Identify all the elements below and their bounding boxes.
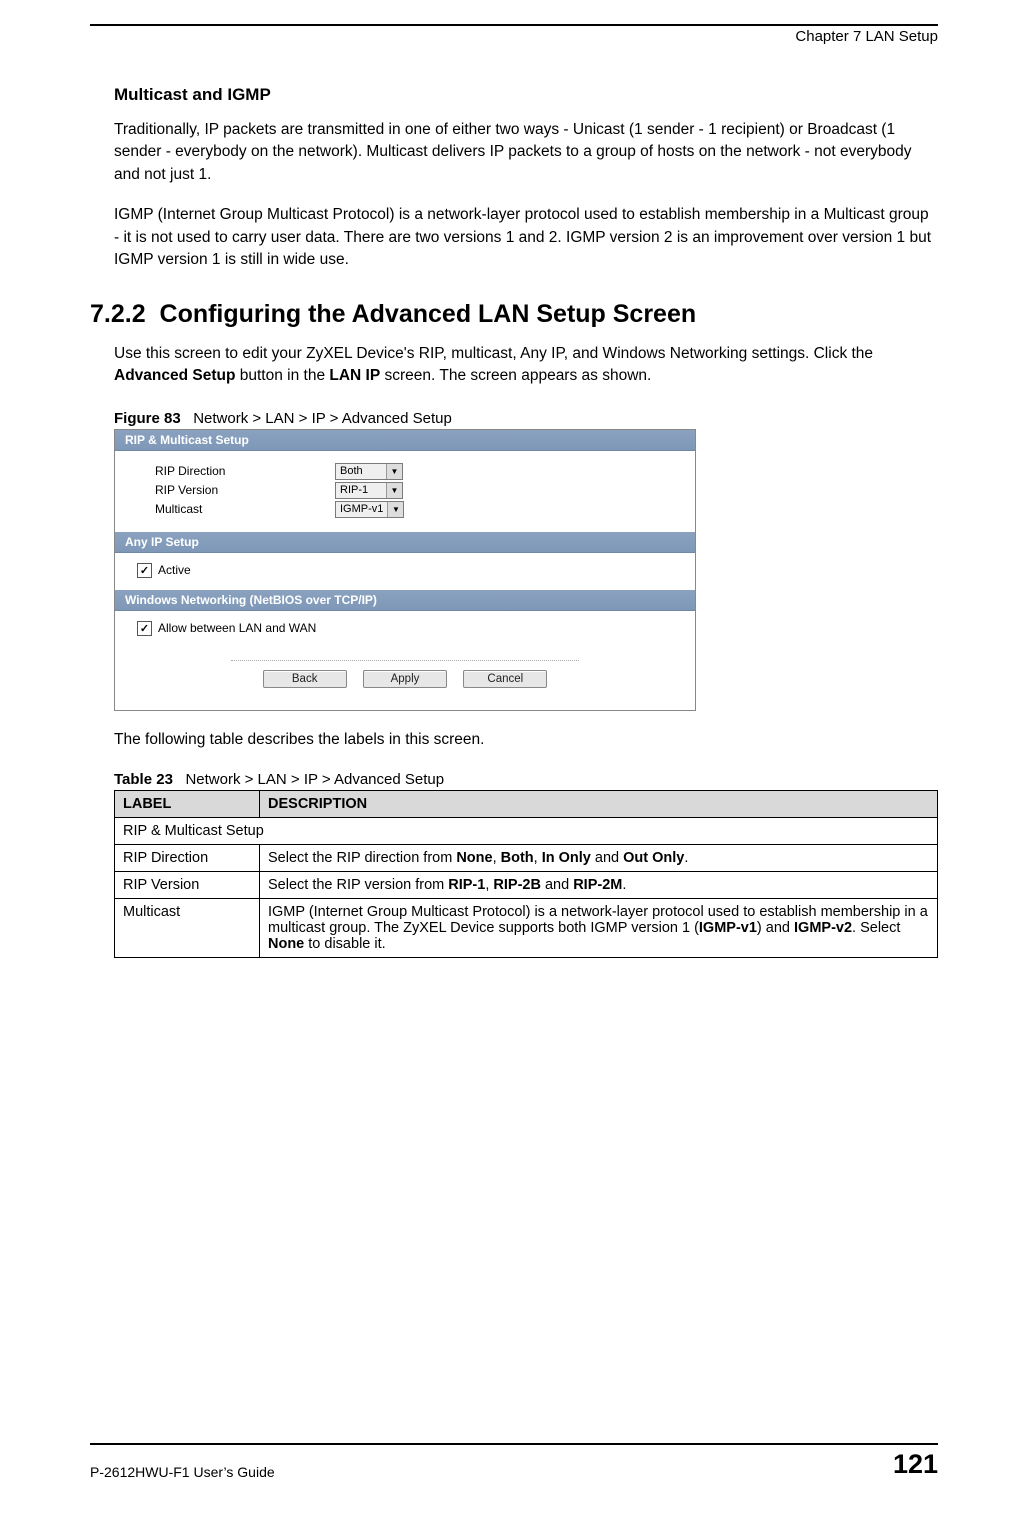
- select-multicast[interactable]: IGMP-v1 ▼: [335, 501, 404, 518]
- chevron-down-icon: ▼: [387, 502, 403, 517]
- table-number: Table 23: [114, 771, 173, 788]
- panel-header-any-ip: Any IP Setup: [115, 532, 695, 553]
- text-bold: IGMP-v1: [699, 920, 757, 936]
- section-heading: 7.2.2 Configuring the Advanced LAN Setup…: [90, 300, 938, 329]
- table-header-label: LABEL: [115, 791, 260, 818]
- text-bold: RIP-1: [448, 877, 485, 893]
- table-cell-label: Multicast: [115, 899, 260, 958]
- text-run: and: [541, 877, 573, 893]
- text-bold: RIP-2M: [573, 877, 622, 893]
- text-run: and: [591, 850, 623, 866]
- checkbox-active[interactable]: ✓ Active: [137, 563, 191, 578]
- table-cell-description: Select the RIP direction from None, Both…: [260, 845, 938, 872]
- text-run: Use this screen to edit your ZyXEL Devic…: [114, 345, 873, 362]
- table-header-description: DESCRIPTION: [260, 791, 938, 818]
- text-bold: IGMP-v2: [794, 920, 852, 936]
- text-bold: Both: [501, 850, 534, 866]
- text-run: Select the RIP version from: [268, 877, 448, 893]
- footer-guide-name: P-2612HWU-F1 User’s Guide: [90, 1464, 275, 1480]
- text-run: .: [622, 877, 626, 893]
- text-run: .: [684, 850, 688, 866]
- table-cell-description: Select the RIP version from RIP-1, RIP-2…: [260, 872, 938, 899]
- checkbox-allow-lan-wan[interactable]: ✓ Allow between LAN and WAN: [137, 621, 316, 636]
- body-paragraph: IGMP (Internet Group Multicast Protocol)…: [114, 204, 938, 271]
- select-value: RIP-1: [336, 484, 386, 496]
- apply-button[interactable]: Apply: [363, 670, 447, 688]
- description-table: LABEL DESCRIPTION RIP & Multicast Setup …: [114, 790, 938, 958]
- subsection-heading: Multicast and IGMP: [114, 85, 938, 105]
- chevron-down-icon: ▼: [386, 464, 402, 479]
- select-value: IGMP-v1: [336, 503, 387, 515]
- table-subheader: RIP & Multicast Setup: [115, 818, 938, 845]
- section-number: 7.2.2: [90, 300, 146, 328]
- figure-title: Network > LAN > IP > Advanced Setup: [193, 410, 452, 427]
- text-bold: None: [456, 850, 492, 866]
- chevron-down-icon: ▼: [386, 483, 402, 498]
- table-caption: Table 23 Network > LAN > IP > Advanced S…: [114, 771, 938, 788]
- table-cell-label: RIP Version: [115, 872, 260, 899]
- check-icon: ✓: [137, 563, 152, 578]
- table-cell-label: RIP Direction: [115, 845, 260, 872]
- embedded-screenshot: RIP & Multicast Setup RIP Direction Both…: [114, 429, 696, 711]
- table-cell-description: IGMP (Internet Group Multicast Protocol)…: [260, 899, 938, 958]
- body-paragraph: Use this screen to edit your ZyXEL Devic…: [114, 343, 938, 388]
- select-rip-version[interactable]: RIP-1 ▼: [335, 482, 403, 499]
- figure-caption: Figure 83 Network > LAN > IP > Advanced …: [114, 410, 938, 427]
- panel-header-windows-networking: Windows Networking (NetBIOS over TCP/IP): [115, 590, 695, 611]
- checkbox-label: Allow between LAN and WAN: [158, 621, 316, 635]
- label-rip-direction: RIP Direction: [155, 464, 335, 478]
- text-run: screen. The screen appears as shown.: [380, 367, 651, 384]
- text-run: ,: [534, 850, 542, 866]
- back-button[interactable]: Back: [263, 670, 347, 688]
- text-run: ) and: [757, 920, 794, 936]
- page-number: 121: [893, 1449, 938, 1480]
- body-paragraph: Traditionally, IP packets are transmitte…: [114, 119, 938, 186]
- text-run: to disable it.: [304, 936, 385, 952]
- text-bold: LAN IP: [329, 367, 380, 384]
- body-paragraph: The following table describes the labels…: [114, 729, 938, 751]
- text-run: . Select: [852, 920, 900, 936]
- panel-header-rip-multicast: RIP & Multicast Setup: [115, 430, 695, 451]
- running-header: Chapter 7 LAN Setup: [90, 28, 938, 45]
- text-bold: RIP-2B: [493, 877, 541, 893]
- checkbox-label: Active: [158, 563, 191, 577]
- text-run: button in the: [235, 367, 329, 384]
- text-bold: None: [268, 936, 304, 952]
- select-value: Both: [336, 465, 386, 477]
- text-bold: Advanced Setup: [114, 367, 235, 384]
- label-multicast: Multicast: [155, 502, 335, 516]
- select-rip-direction[interactable]: Both ▼: [335, 463, 403, 480]
- figure-number: Figure 83: [114, 410, 181, 427]
- section-title: Configuring the Advanced LAN Setup Scree…: [160, 300, 697, 328]
- check-icon: ✓: [137, 621, 152, 636]
- text-run: Select the RIP direction from: [268, 850, 456, 866]
- cancel-button[interactable]: Cancel: [463, 670, 547, 688]
- text-run: ,: [493, 850, 501, 866]
- table-title: Network > LAN > IP > Advanced Setup: [185, 771, 444, 788]
- text-bold: Out Only: [623, 850, 684, 866]
- text-bold: In Only: [542, 850, 591, 866]
- label-rip-version: RIP Version: [155, 483, 335, 497]
